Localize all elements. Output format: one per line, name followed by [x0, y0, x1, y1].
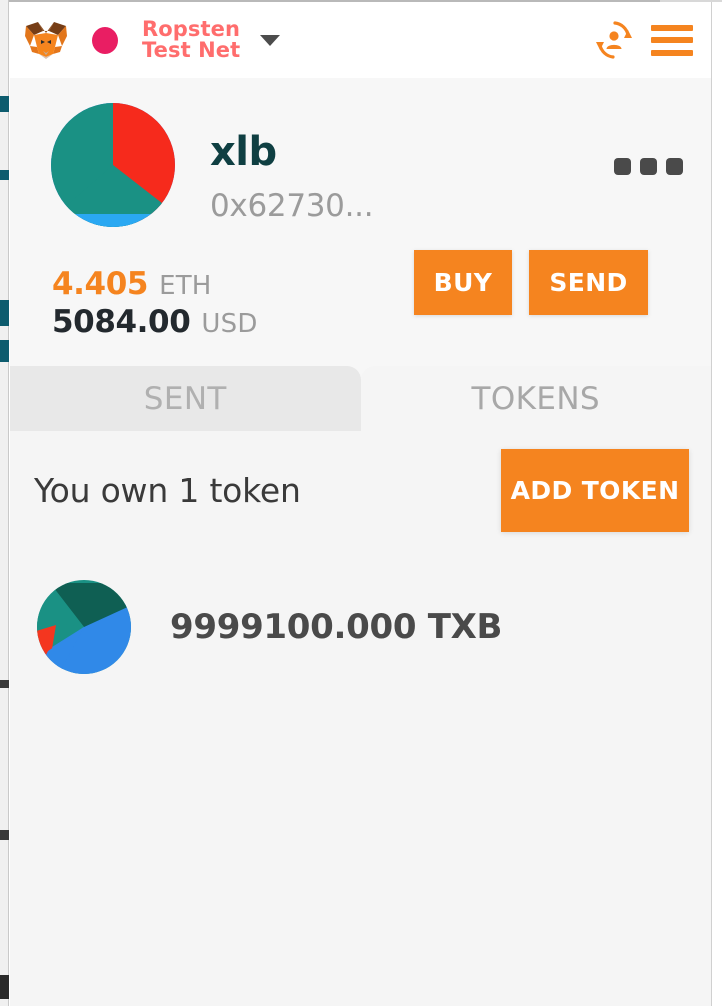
usd-balance-unit: USD — [201, 309, 258, 339]
app-header: Ropsten Test Net — [10, 2, 711, 78]
account-identicon — [50, 102, 176, 228]
usd-balance-line: 5084.00 USD — [52, 304, 258, 340]
eth-balance-unit: ETH — [159, 271, 212, 301]
eth-balance-line: 4.405 ETH — [52, 266, 258, 302]
network-status-dot — [92, 26, 118, 54]
account-switch-icon[interactable] — [593, 19, 635, 61]
account-header-row: xlb 0x62730... — [28, 102, 693, 228]
network-name-label[interactable]: Ropsten Test Net — [142, 18, 240, 62]
account-meta: xlb 0x62730... — [210, 102, 374, 224]
token-list-item[interactable]: 9999100.000 TXB — [28, 575, 693, 679]
token-list: 9999100.000 TXB — [28, 575, 693, 679]
tokens-header-row: You own 1 token ADD TOKEN — [28, 431, 693, 549]
account-address[interactable]: 0x62730... — [210, 188, 374, 224]
buy-button[interactable]: BUY — [414, 250, 512, 315]
token-identicon — [36, 579, 132, 675]
usd-balance-amount: 5084.00 — [52, 304, 191, 340]
add-token-button[interactable]: ADD TOKEN — [501, 448, 689, 532]
extension-panel: Ropsten Test Net xlb 0x62730... 4.405 ET… — [10, 2, 712, 1006]
tokens-panel: You own 1 token ADD TOKEN 9999100.000 TX… — [10, 431, 711, 1006]
tab-sent[interactable]: SENT — [10, 366, 361, 431]
token-count-label: You own 1 token — [34, 470, 301, 510]
background-window-sliver — [0, 0, 9, 1006]
app-root: Ropsten Test Net xlb 0x62730... 4.405 ET… — [0, 0, 722, 1006]
account-balances: 4.405 ETH 5084.00 USD — [28, 248, 258, 340]
balance-and-actions-row: 4.405 ETH 5084.00 USD BUY SEND — [28, 248, 693, 340]
account-name: xlb — [210, 129, 277, 175]
send-button[interactable]: SEND — [529, 250, 648, 315]
account-section: xlb 0x62730... 4.405 ETH 5084.00 USD BUY… — [10, 78, 711, 366]
eth-balance-amount: 4.405 — [52, 266, 149, 302]
tab-bar: SENT TOKENS — [10, 366, 711, 431]
metamask-fox-logo[interactable] — [24, 20, 68, 60]
chevron-down-icon[interactable] — [260, 34, 281, 46]
tab-tokens[interactable]: TOKENS — [360, 366, 711, 431]
hamburger-menu-icon[interactable] — [651, 24, 693, 56]
token-amount-label: 9999100.000 TXB — [170, 607, 503, 647]
more-options-icon[interactable] — [614, 158, 683, 175]
account-action-buttons: BUY SEND — [414, 248, 693, 315]
